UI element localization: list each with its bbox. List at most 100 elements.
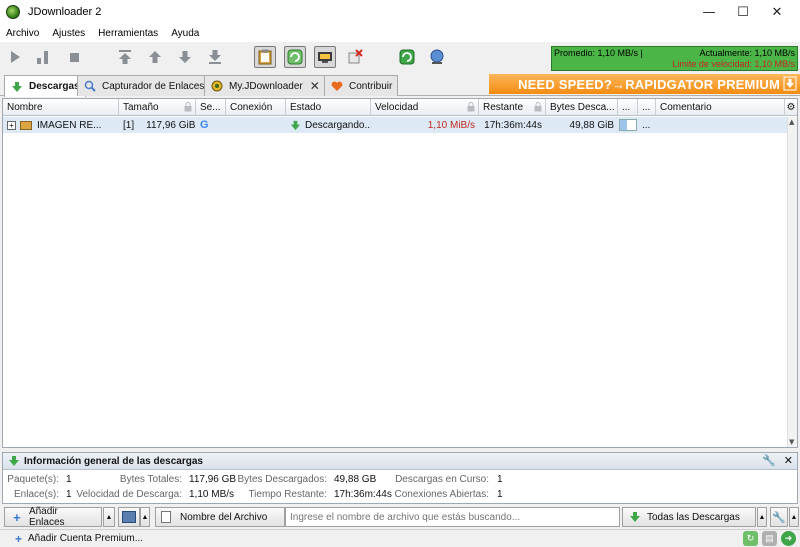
scroll-up-icon[interactable]: ▲ [789,118,794,126]
col-extra[interactable]: ... [638,99,656,116]
premium-toggle[interactable] [314,46,336,68]
cell-comment [656,117,785,133]
main-toolbar: Promedio: 1,10 MB/s | Actualmente: 1,10 … [0,42,800,72]
play-button[interactable] [4,46,26,68]
move-down-button[interactable] [174,46,196,68]
bottom-settings-dropdown[interactable]: ▲ [789,507,799,527]
tab-close-icon[interactable]: ✕ [310,79,320,93]
tab-capturador[interactable]: Capturador de Enlaces [77,75,211,96]
archive-dropdown[interactable]: ▲ [140,507,150,527]
open-connections-label: Conexiones Abiertas: [394,489,489,500]
close-button[interactable]: ✕ [760,0,794,24]
cell-name: + IMAGEN RE... [3,117,119,133]
wrench-icon: 🔧 [772,511,786,524]
view-filter-button[interactable]: Todas las Descargas [622,507,756,527]
cell-progress [618,117,638,133]
google-host-icon: G [200,119,209,131]
loaded-bytes-label: Bytes Descargados: [237,474,328,485]
status-reconnect-icon[interactable]: ↻ [743,531,758,546]
column-settings-icon[interactable]: ⚙ [785,99,797,116]
expand-toggle[interactable]: + [7,120,16,130]
maximize-button[interactable]: ☐ [726,0,760,24]
add-account-icon: + [15,531,23,546]
menu-ayuda[interactable]: Ayuda [171,28,199,39]
lock-icon [534,102,542,112]
view-filter-dropdown[interactable]: ▲ [757,507,767,527]
status-forward-icon[interactable]: ➜ [781,531,796,546]
table-scrollbar[interactable]: ▲ ▼ [787,117,797,447]
clear-list-button[interactable] [344,46,366,68]
link-count: [1] [123,119,135,131]
col-servidor[interactable]: Se... [196,99,226,116]
search-field-selector[interactable]: Nombre del Archivo [155,507,285,527]
col-bytes-descargados[interactable]: Bytes Desca... [546,99,618,116]
search-input[interactable] [285,507,620,527]
move-top-button[interactable] [114,46,136,68]
auto-reconnect-toggle[interactable] [284,46,306,68]
move-down-icon [179,51,191,63]
progress-bar [619,119,637,131]
linkgrabber-icon [83,79,97,93]
clipboard-monitor-toggle[interactable] [254,46,276,68]
col-restante[interactable]: Restante [479,99,546,116]
play-icon [11,51,20,63]
cell-connection [226,117,286,133]
promo-banner[interactable]: NEED SPEED?→RAPIDGATOR PREMIUM [489,74,800,94]
menu-ajustes[interactable]: Ajustes [52,28,85,39]
pause-button[interactable] [32,46,54,68]
update-button[interactable] [426,46,448,68]
archive-button[interactable] [118,507,140,527]
total-bytes-value: 117,96 GB [189,474,237,485]
move-up-button[interactable] [144,46,166,68]
tab-bar: Descargas Capturador de Enlaces My.JDown… [0,72,800,97]
total-bytes-label: Bytes Totales: [119,474,182,485]
col-conexion[interactable]: Conexión [226,99,286,116]
col-velocidad[interactable]: Velocidad [371,99,479,116]
bottom-toolbar: + Añadir Enlaces ▲ ▲ Nombre del Archivo … [0,506,800,528]
table-row[interactable]: + IMAGEN RE... [1] 117,96 GiB G Descarga… [3,117,797,133]
stop-icon [70,53,79,62]
myjd-icon [210,79,224,93]
bottom-settings-button[interactable]: 🔧 [770,507,788,527]
cell-status: Descargando... [286,117,371,133]
tab-myjdownloader[interactable]: My.JDownloader ✕ [204,75,326,96]
col-progress[interactable]: ... [618,99,638,116]
downloading-icon [290,120,301,131]
status-clipboard-icon[interactable]: ▤ [762,531,777,546]
menu-archivo[interactable]: Archivo [6,28,39,39]
col-comentario[interactable]: Comentario [656,99,785,116]
download-speed-value: 1,10 MB/s [189,489,235,500]
move-bottom-icon [209,50,221,64]
clear-icon [348,49,363,64]
links-label: Enlace(s): [13,489,59,500]
package-name: IMAGEN RE... [37,119,102,131]
reconnect-icon [399,49,415,65]
col-estado[interactable]: Estado [286,99,371,116]
archive-icon [122,511,136,523]
add-links-dropdown[interactable]: ▲ [103,507,115,527]
menu-herramientas[interactable]: Herramientas [98,28,158,39]
lock-icon [184,102,192,112]
add-premium-account-link[interactable]: Añadir Cuenta Premium... [28,533,143,544]
scroll-down-icon[interactable]: ▼ [789,438,794,446]
overview-close-icon[interactable]: ✕ [784,454,793,467]
view-download-icon [628,510,642,524]
move-bottom-button[interactable] [204,46,226,68]
tab-descargas[interactable]: Descargas [4,75,86,97]
pause-icon [37,51,48,64]
cell-host: G [196,117,226,133]
cell-speed: 1,10 MiB/s [427,119,475,131]
update-icon [430,49,444,64]
col-tamano[interactable]: Tamaño [119,99,196,116]
package-icon [20,120,32,130]
minimize-button[interactable]: — [692,0,726,24]
title-bar: JDownloader 2 — ☐ ✕ [0,0,800,24]
tab-contribuir[interactable]: Contribuir [324,75,399,96]
stop-button[interactable] [63,46,85,68]
overview-title: Información general de las descargas [24,455,203,467]
overview-settings-icon[interactable]: 🔧 [762,454,776,467]
add-links-button[interactable]: + Añadir Enlaces [4,506,102,528]
running-downloads-label: Descargas en Curso: [395,474,489,485]
reconnect-button[interactable] [396,46,418,68]
col-nombre[interactable]: Nombre [3,99,119,116]
